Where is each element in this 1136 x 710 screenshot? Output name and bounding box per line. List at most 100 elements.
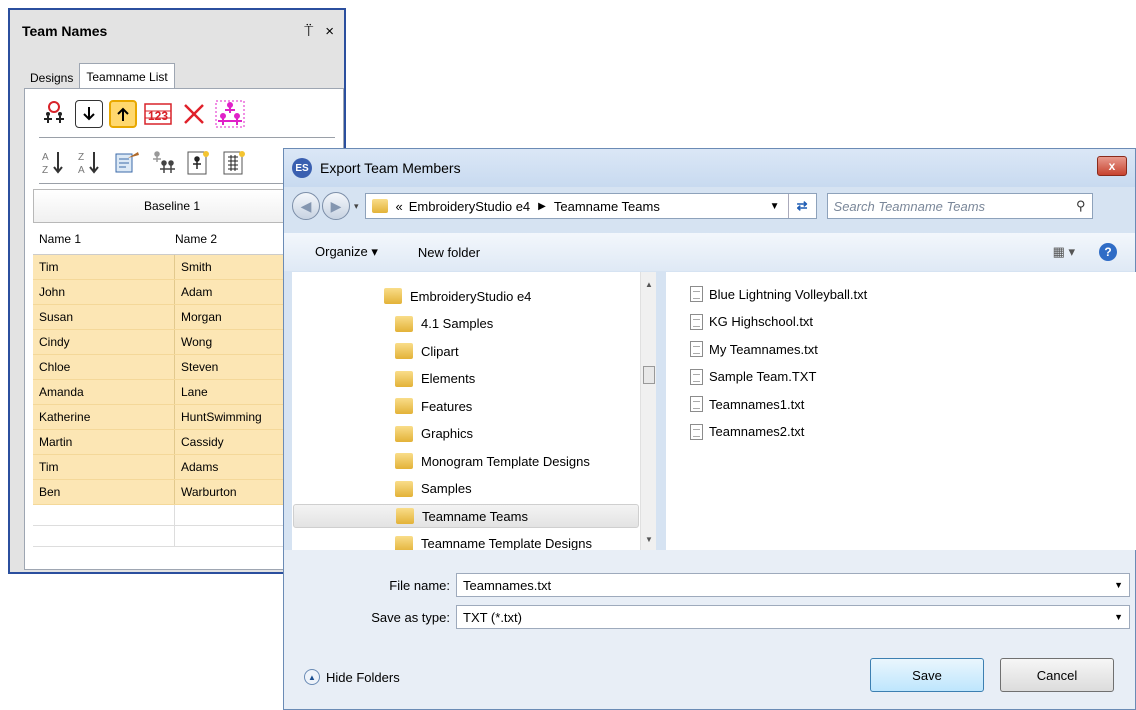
scroll-thumb[interactable]: [643, 366, 655, 384]
organize-menu[interactable]: Organize ▾: [315, 244, 378, 260]
save-type-dropdown-icon[interactable]: ▼: [1114, 612, 1123, 622]
file-item[interactable]: Sample Team.TXT: [690, 368, 816, 385]
folder-tree-item[interactable]: EmbroideryStudio e4: [384, 284, 531, 308]
name-2-cell[interactable]: Smith: [175, 260, 212, 274]
name-1-cell[interactable]: Martin: [33, 430, 175, 454]
file-name[interactable]: Teamnames2.txt: [709, 424, 804, 439]
save-type-select[interactable]: TXT (*.txt) ▼: [456, 605, 1130, 629]
save-button[interactable]: Save: [870, 658, 984, 692]
file-item[interactable]: Teamnames1.txt: [690, 396, 804, 412]
name-2-cell[interactable]: Steven: [175, 360, 218, 374]
name-2-cell[interactable]: Warburton: [175, 485, 237, 499]
hide-folders-label[interactable]: Hide Folders: [326, 670, 400, 685]
refresh-icon[interactable]: ⇄: [787, 194, 816, 218]
folder-label[interactable]: Elements: [421, 371, 475, 386]
folder-label[interactable]: EmbroideryStudio e4: [410, 289, 531, 304]
scroll-down-icon[interactable]: ▼: [645, 535, 653, 544]
breadcrumb-separator-icon[interactable]: ▶: [538, 201, 546, 212]
export-list-icon[interactable]: [219, 147, 249, 177]
tree-scrollbar[interactable]: ▲ ▼: [640, 272, 656, 550]
column-header-name-2[interactable]: Name 2: [175, 232, 217, 246]
folder-tree-item[interactable]: Graphics: [395, 422, 473, 446]
folder-tree-item[interactable]: 4.1 Samples: [395, 312, 493, 336]
name-1-cell[interactable]: Ben: [33, 480, 175, 504]
column-header-name-1[interactable]: Name 1: [33, 232, 175, 246]
name-2-cell[interactable]: Adam: [175, 285, 212, 299]
tab-teamname-list[interactable]: Teamname List: [79, 63, 175, 90]
name-2-cell[interactable]: Morgan: [175, 310, 222, 324]
folder-label[interactable]: Monogram Template Designs: [421, 454, 590, 469]
cancel-button[interactable]: Cancel: [1000, 658, 1114, 692]
address-crumb-embroiderystudio[interactable]: EmbroideryStudio e4: [409, 199, 530, 214]
name-2-cell[interactable]: Cassidy: [175, 435, 224, 449]
name-2-cell[interactable]: Adams: [175, 460, 218, 474]
name-1-cell[interactable]: Amanda: [33, 380, 175, 404]
folder-label[interactable]: 4.1 Samples: [421, 316, 493, 331]
file-item[interactable]: My Teamnames.txt: [690, 341, 818, 357]
recent-locations-icon[interactable]: ▾: [354, 201, 359, 212]
folder-tree-item[interactable]: Teamname Teams: [293, 504, 639, 528]
address-bar[interactable]: « EmbroideryStudio e4 ▶ Teamname Teams ▼…: [364, 193, 817, 219]
tab-designs[interactable]: Designs: [24, 66, 79, 90]
name-1-cell[interactable]: Susan: [33, 305, 175, 329]
folder-label[interactable]: Clipart: [421, 344, 459, 359]
hide-folders-toggle[interactable]: ▲ Hide Folders: [304, 669, 400, 685]
folder-tree-item[interactable]: Clipart: [395, 339, 459, 363]
add-team-member-icon[interactable]: [39, 99, 69, 129]
help-icon[interactable]: ?: [1099, 243, 1117, 261]
move-down-icon[interactable]: [75, 100, 103, 128]
edit-properties-icon[interactable]: [111, 147, 141, 177]
file-name[interactable]: My Teamnames.txt: [709, 342, 818, 357]
close-icon[interactable]: ×: [325, 23, 334, 40]
name-2-cell[interactable]: Lane: [175, 385, 208, 399]
move-up-icon[interactable]: [109, 100, 137, 128]
import-member-icon[interactable]: [183, 147, 213, 177]
name-1-cell[interactable]: Tim: [33, 455, 175, 479]
folder-label[interactable]: Teamname Template Designs: [421, 536, 592, 551]
file-name-dropdown-icon[interactable]: ▼: [1114, 580, 1123, 590]
address-crumb-teamname-teams[interactable]: Teamname Teams: [554, 199, 660, 214]
folder-tree-item[interactable]: Monogram Template Designs: [395, 449, 590, 473]
sort-ascending-icon[interactable]: AZ: [39, 147, 69, 177]
change-view-icon[interactable]: ▦ ▾: [1053, 244, 1075, 260]
address-overflow[interactable]: «: [396, 199, 403, 214]
new-folder-button[interactable]: New folder: [418, 245, 480, 260]
folder-tree-item[interactable]: Elements: [395, 367, 475, 391]
save-type-value[interactable]: TXT (*.txt): [463, 610, 522, 625]
file-name[interactable]: Teamnames1.txt: [709, 397, 804, 412]
name-2-cell[interactable]: HuntSwimming: [175, 410, 262, 424]
name-2-cell[interactable]: Wong: [175, 335, 212, 349]
file-name-value[interactable]: Teamnames.txt: [463, 578, 551, 593]
name-1-cell[interactable]: Katherine: [33, 405, 175, 429]
name-1-cell[interactable]: Chloe: [33, 355, 175, 379]
file-name[interactable]: KG Highschool.txt: [709, 314, 813, 329]
folder-tree-item[interactable]: Features: [395, 394, 472, 418]
folder-label[interactable]: Teamname Teams: [422, 509, 528, 524]
name-1-cell[interactable]: John: [33, 280, 175, 304]
file-item[interactable]: Blue Lightning Volleyball.txt: [690, 286, 867, 302]
back-icon[interactable]: ◀: [292, 192, 320, 220]
name-1-cell[interactable]: Tim: [33, 255, 175, 279]
folder-label[interactable]: Samples: [421, 481, 472, 496]
folder-label[interactable]: Graphics: [421, 426, 473, 441]
file-name[interactable]: Sample Team.TXT: [709, 369, 816, 384]
team-group-icon[interactable]: [215, 99, 245, 129]
forward-icon[interactable]: ▶: [322, 192, 350, 220]
address-dropdown-icon[interactable]: ▼: [770, 201, 780, 212]
file-item[interactable]: KG Highschool.txt: [690, 313, 813, 330]
delete-icon[interactable]: [179, 99, 209, 129]
search-icon[interactable]: ⚲: [1076, 198, 1086, 214]
file-item[interactable]: Teamnames2.txt: [690, 423, 804, 440]
chevron-up-icon[interactable]: ▲: [304, 669, 320, 685]
pin-icon[interactable]: ⍡: [304, 23, 313, 40]
group-members-icon[interactable]: [147, 147, 177, 177]
folder-label[interactable]: Features: [421, 399, 472, 414]
file-name-field[interactable]: Teamnames.txt ▼: [456, 573, 1130, 597]
numbering-icon[interactable]: 123: [143, 99, 173, 129]
file-name[interactable]: Blue Lightning Volleyball.txt: [709, 287, 867, 302]
search-input[interactable]: Search Teamname Teams ⚲: [826, 193, 1093, 219]
scroll-up-icon[interactable]: ▲: [645, 280, 653, 289]
dialog-close-button[interactable]: x: [1097, 156, 1127, 176]
name-1-cell[interactable]: Cindy: [33, 330, 175, 354]
folder-tree-item[interactable]: Samples: [395, 477, 472, 501]
